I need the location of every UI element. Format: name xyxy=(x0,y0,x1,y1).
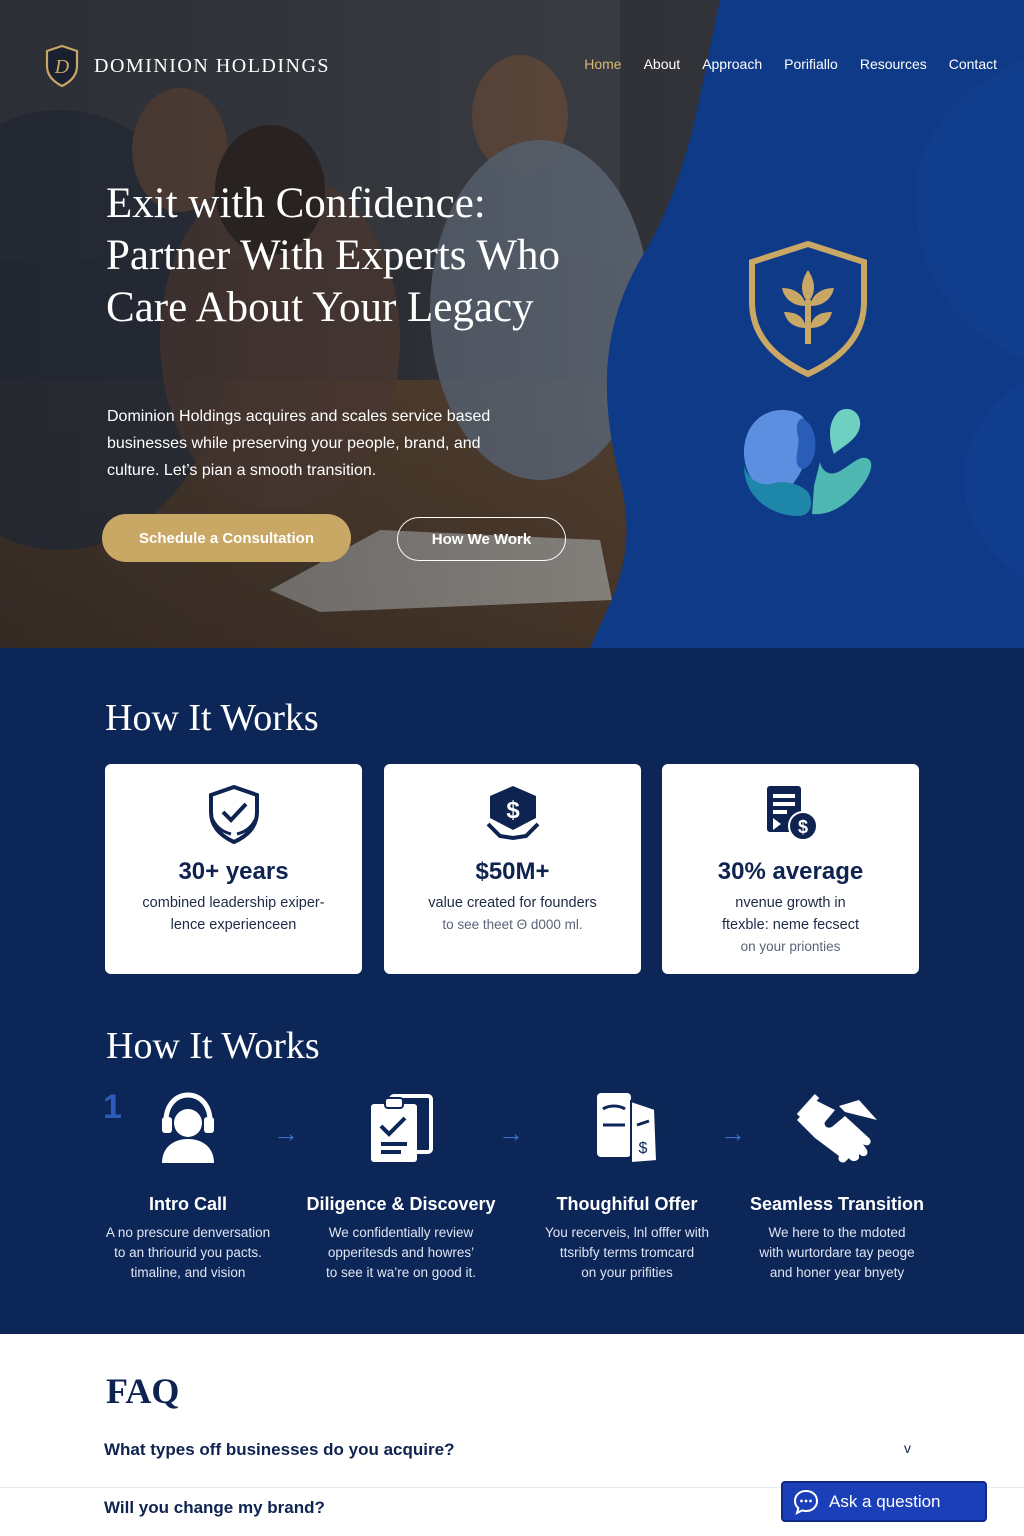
hands-heart-icon xyxy=(744,408,872,516)
dollar-shield-icon: $ xyxy=(486,786,539,841)
top-navigation: D DOMINION HOLDINGS Home About Approach … xyxy=(0,0,1024,120)
step-description: We confidentially review opperitesds and… xyxy=(301,1223,501,1283)
handshake-icon xyxy=(796,1093,877,1163)
step-intro-call: Intro Call A no prescure denversation to… xyxy=(88,1088,288,1283)
step-title: Intro Call xyxy=(148,1194,227,1214)
document-offer-icon: $ xyxy=(597,1093,659,1165)
brand[interactable]: D DOMINION HOLDINGS xyxy=(44,44,330,88)
schedule-consultation-button[interactable]: Schedule a Consultation xyxy=(102,514,351,562)
step-desc-line: A no prescure denversation xyxy=(105,1225,271,1240)
step-desc-line: with wurtordare tay peoge xyxy=(759,1245,915,1260)
stats-section-title: How It Works xyxy=(105,697,319,739)
step-desc-line: You recerveis, lnl offfer with xyxy=(544,1225,710,1240)
step-description: You recerveis, lnl offfer with ttsribfy … xyxy=(527,1223,727,1283)
svg-text:$: $ xyxy=(797,817,807,837)
faq-title: FAQ xyxy=(106,1371,180,1411)
stat-desc-line: combined leadership exiper- xyxy=(142,895,325,911)
step-title: Diligence & Discovery xyxy=(306,1194,496,1214)
step-desc-line: ttsribfy terms tromcard xyxy=(559,1245,695,1260)
stat-desc-line: value created for founders xyxy=(428,895,597,911)
step-desc-line: to see it wa’re on good it. xyxy=(325,1265,477,1280)
arrow-right-icon: → xyxy=(498,1118,524,1148)
nav-item-portfolio[interactable]: Porifiallo xyxy=(773,56,849,72)
stat-description: nvenue growth in ftexble: neme fecsect o… xyxy=(682,892,899,958)
step-desc-line: on your prifities xyxy=(581,1265,673,1280)
faq-question: Will you change my brand? xyxy=(104,1498,325,1517)
step-desc-line: We confidentially review xyxy=(328,1225,474,1240)
hero-title: Exit with Confidence: Partner With Exper… xyxy=(106,180,561,331)
stat-description: value created for founders to see theet … xyxy=(404,892,621,936)
shield-d-icon: D xyxy=(45,44,79,88)
step-desc-line: timaline, and vision xyxy=(130,1265,246,1280)
shield-laurel-icon xyxy=(208,784,259,844)
steps-section-title: How It Works xyxy=(106,1025,320,1067)
chevron-down-icon[interactable]: v xyxy=(904,1440,911,1456)
ask-question-label: Ask a question xyxy=(829,1491,941,1511)
main-menu: Home About Approach Porifiallo Resources… xyxy=(573,56,1008,72)
stat-value: 30+ years xyxy=(178,858,289,885)
nav-item-approach[interactable]: Approach xyxy=(691,56,773,72)
stat-card-growth: $ 30% average nvenue growth in ftexble: … xyxy=(662,764,919,974)
faq-item[interactable]: What types off businesses do you acquire… xyxy=(0,1432,1024,1488)
stat-value: 30% average xyxy=(717,858,864,885)
chat-bubble-icon xyxy=(793,1489,819,1515)
svg-text:$: $ xyxy=(639,1140,648,1157)
stat-card-value: $ $50M+ value created for founders to se… xyxy=(384,764,641,974)
stat-desc-line: ftexble: neme fecsect xyxy=(721,917,859,933)
clipboard-check-icon xyxy=(371,1094,433,1162)
stat-description: combined leadership exiper- lence experi… xyxy=(125,892,342,936)
stat-desc-line: to see theet Θ d000 ml. xyxy=(442,917,583,932)
brand-name: DOMINION HOLDINGS xyxy=(94,54,331,77)
step-diligence: Diligence & Discovery We confidentially … xyxy=(301,1088,501,1283)
shield-leaf-icon xyxy=(749,240,867,378)
step-description: We here to the mdoted with wurtordare ta… xyxy=(737,1223,937,1283)
report-dollar-icon: $ xyxy=(766,786,818,841)
step-desc-line: opperitesds and howres’ xyxy=(327,1245,475,1260)
step-desc-line: and honer year bnyety xyxy=(769,1265,905,1280)
stat-desc-line: lence experienceen xyxy=(170,917,297,933)
step-desc-line: We here to the mdoted xyxy=(768,1225,906,1240)
how-we-work-button[interactable]: How We Work xyxy=(397,517,566,561)
svg-text:$: $ xyxy=(506,797,520,824)
faq-question: What types off businesses do you acquire… xyxy=(104,1440,455,1459)
nav-item-contact[interactable]: Contact xyxy=(938,56,1008,72)
stat-desc-line: on your prionties xyxy=(740,939,841,954)
step-desc-line: to an thriourid you pacts. xyxy=(114,1245,262,1260)
step-description: A no prescure denversation to an thriour… xyxy=(88,1223,288,1283)
svg-text:D: D xyxy=(54,56,70,78)
step-offer: $ Thoughiful Offer You recerveis, lnl of… xyxy=(527,1088,727,1283)
nav-item-resources[interactable]: Resources xyxy=(849,56,938,72)
arrow-right-icon: → xyxy=(273,1118,299,1148)
how-it-works-section: How It Works 30+ years combined leadersh… xyxy=(0,648,1024,1334)
hero-section: D DOMINION HOLDINGS Home About Approach … xyxy=(0,0,1024,648)
step-transition: Seamless Transition We here to the mdote… xyxy=(737,1088,937,1283)
nav-item-about[interactable]: About xyxy=(633,56,692,72)
person-headset-icon xyxy=(162,1092,214,1163)
stat-desc-line: nvenue growth in xyxy=(735,895,846,911)
ask-question-button[interactable]: Ask a question xyxy=(781,1481,987,1522)
nav-item-home[interactable]: Home xyxy=(573,56,632,72)
stat-value: $50M+ xyxy=(475,858,550,885)
stat-card-experience: 30+ years combined leadership exiper- le… xyxy=(105,764,362,974)
step-title: Seamless Transition xyxy=(749,1194,925,1214)
step-title: Thoughiful Offer xyxy=(556,1194,698,1214)
hero-subtitle: Dominion Holdings acquires and scales se… xyxy=(107,408,491,479)
